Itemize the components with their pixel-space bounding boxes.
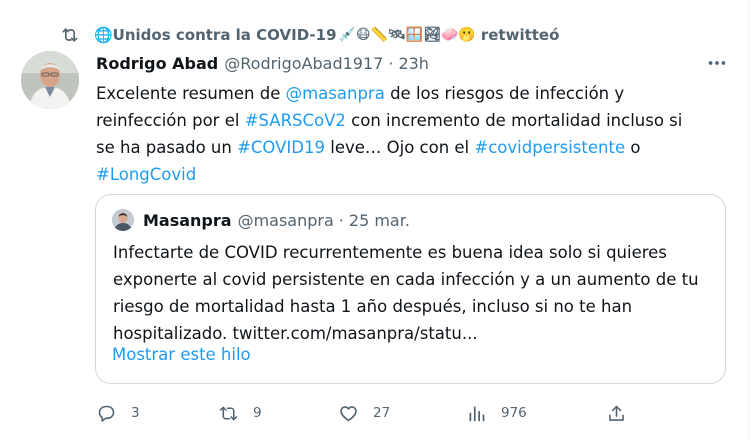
- quoted-date[interactable]: 25 mar.: [349, 211, 410, 230]
- like-icon: [340, 405, 357, 421]
- quoted-avatar-image: [112, 209, 134, 231]
- reply-count: 3: [131, 405, 140, 421]
- quoted-author-line: Masanpra @masanpra · 25 mar.: [143, 209, 410, 231]
- hashtag-link[interactable]: #covidpersistente: [474, 138, 625, 157]
- tweet-timestamp[interactable]: 23h: [398, 54, 429, 73]
- retweet-icon: [62, 28, 78, 42]
- retweeter-name[interactable]: 🌐Unidos contra la COVID-19: [94, 26, 337, 44]
- text-segment: de los riesgos de infección y: [384, 84, 625, 103]
- quoted-text-line: exponerte al covid persistente en cada i…: [113, 270, 699, 289]
- action-bar: 3 9 27 976: [0, 398, 748, 428]
- quoted-text: Infectarte de COVID recurrentemente es b…: [113, 239, 718, 347]
- retweet-header: 🌐Unidos contra la COVID-19 💉😷📏🛰🪟🏞🧼🫢 retw…: [60, 24, 559, 46]
- hashtag-link[interactable]: #COVID19: [237, 138, 325, 157]
- avatar[interactable]: [21, 51, 79, 109]
- quoted-text-line: hospitalizado. twitter.com/masanpra/stat…: [113, 324, 478, 343]
- text-segment: Excelente resumen de: [96, 84, 286, 103]
- timeline-border: [748, 0, 749, 440]
- tweet-text-line: se ha pasado un #COVID19 leve… Ojo con e…: [96, 134, 736, 161]
- tweet-text-line: reinfección por el #SARSCoV2 con increme…: [96, 107, 736, 134]
- quoted-author-handle[interactable]: @masanpra: [238, 211, 334, 230]
- author-name[interactable]: Rodrigo Abad: [96, 54, 218, 73]
- author-handle[interactable]: @RodrigoAbad1917: [224, 54, 383, 73]
- text-segment: leve… Ojo con el: [324, 138, 475, 157]
- mention-link[interactable]: @masanpra: [286, 84, 385, 103]
- text-segment: reinfección por el: [96, 111, 245, 130]
- retweeter-emojis: 💉😷📏🛰🪟🏞🧼🫢: [338, 27, 476, 43]
- share-icon: [609, 405, 624, 421]
- views-count: 976: [501, 405, 527, 421]
- retweet-icon: [219, 406, 238, 420]
- views-icon: [469, 406, 485, 421]
- reply-icon: [98, 405, 115, 422]
- tweet-text-line: #LongCovid: [96, 161, 736, 188]
- retweet-count: 9: [253, 405, 262, 421]
- more-options-button[interactable]: [700, 52, 734, 74]
- quoted-author-name[interactable]: Masanpra: [143, 211, 232, 230]
- hashtag-link[interactable]: #LongCovid: [96, 165, 196, 184]
- views-button[interactable]: 976: [466, 398, 527, 428]
- more-icon: [708, 61, 726, 65]
- quoted-text-line: Infectarte de COVID recurrentemente es b…: [113, 243, 667, 262]
- like-button[interactable]: 27: [338, 398, 390, 428]
- avatar-image: [21, 51, 79, 109]
- quoted-avatar[interactable]: [112, 209, 134, 231]
- retweet-button[interactable]: 9: [218, 398, 262, 428]
- separator-dot: ·: [338, 210, 344, 230]
- reply-button[interactable]: 3: [96, 398, 140, 428]
- retweet-label: retwitteó: [480, 26, 560, 44]
- hashtag-link[interactable]: #SARSCoV2: [245, 111, 346, 130]
- text-segment: con incremento de mortalidad incluso si: [345, 111, 683, 130]
- text-segment: o: [625, 138, 641, 157]
- separator-dot: ·: [388, 53, 394, 73]
- show-thread-link[interactable]: Mostrar este hilo: [112, 345, 251, 364]
- quoted-tweet[interactable]: Masanpra @masanpra · 25 mar. Infectarte …: [95, 194, 726, 384]
- tweet-author-line: Rodrigo Abad @RodrigoAbad1917 · 23h: [96, 52, 429, 74]
- tweet-text-line: Excelente resumen de @masanpra de los ri…: [96, 80, 736, 107]
- tweet-text: Excelente resumen de @masanpra de los ri…: [96, 80, 736, 188]
- like-count: 27: [373, 405, 391, 421]
- text-segment: se ha pasado un: [96, 138, 238, 157]
- share-button[interactable]: [606, 398, 641, 428]
- quoted-text-line: riesgo de mortalidad hasta 1 año después…: [113, 297, 633, 316]
